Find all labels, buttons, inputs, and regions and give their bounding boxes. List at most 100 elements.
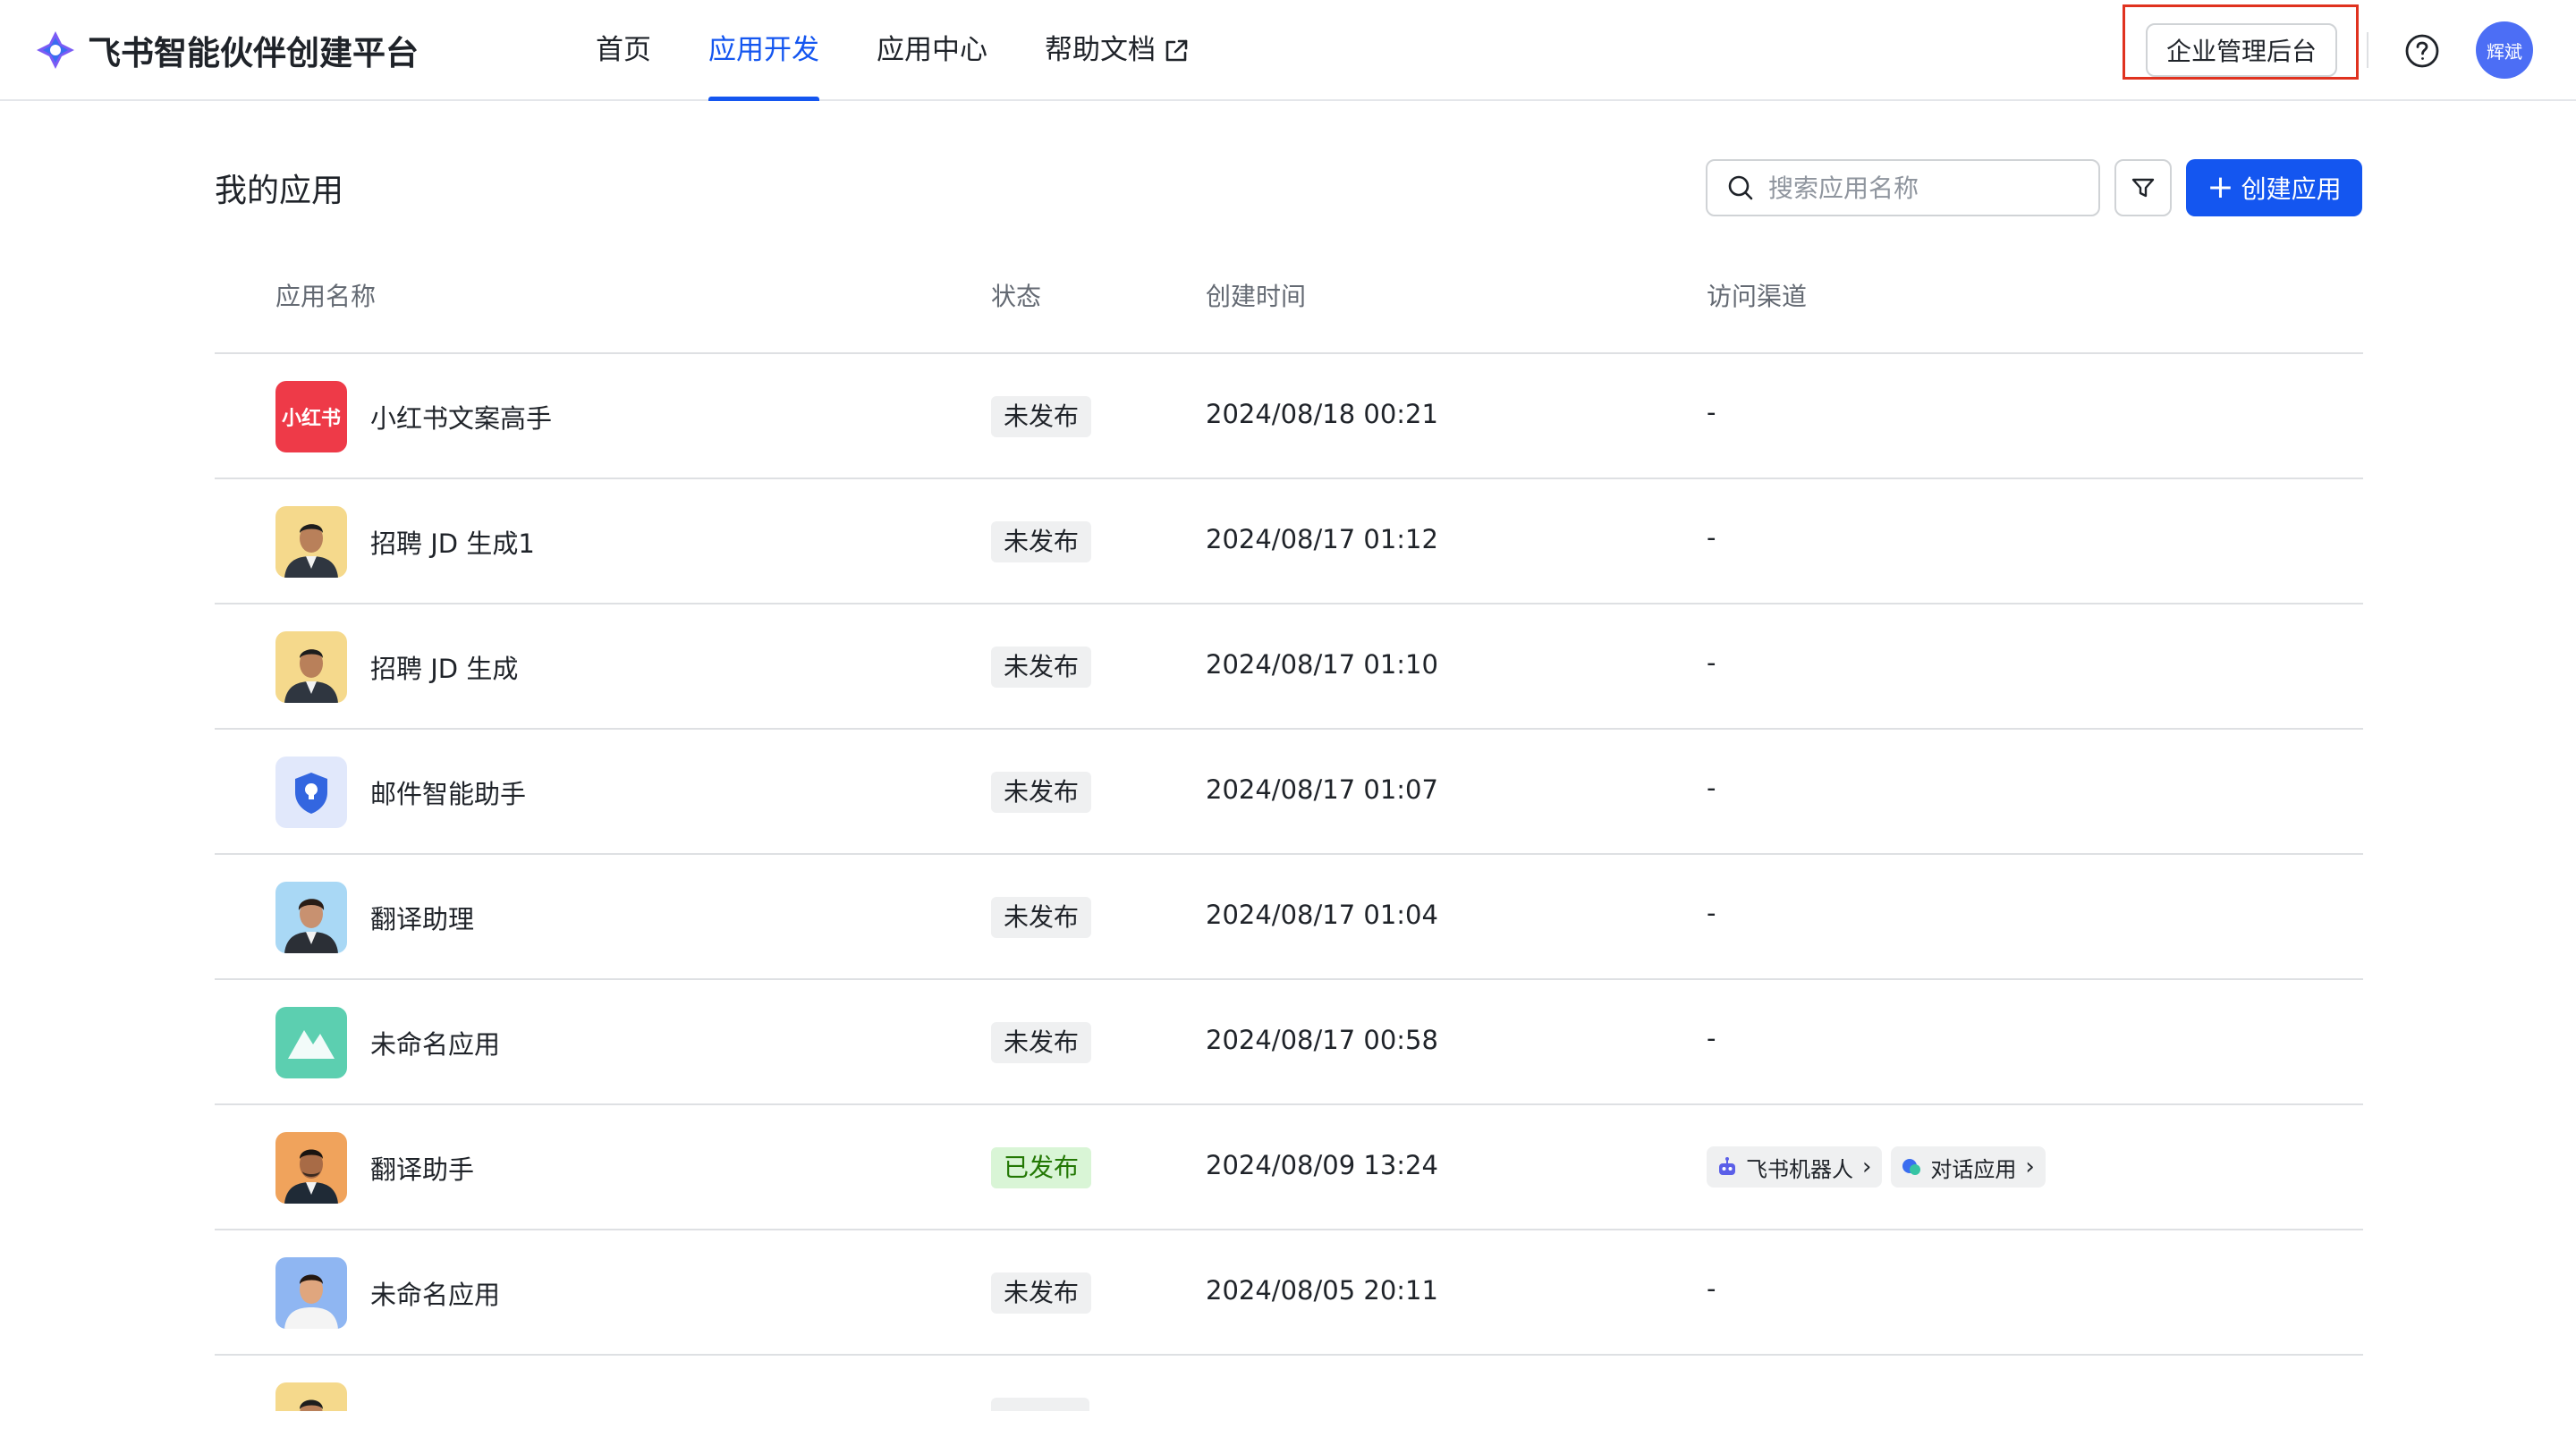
created-time: 2024/08/17 01:12: [1206, 524, 1438, 554]
top-navigation-bar: 飞书智能伙伴创建平台 首页 应用开发 应用中心 帮助文档 企业管理后台 辉斌: [0, 0, 2576, 101]
mountain-icon: [275, 1007, 347, 1078]
status-badge: 未发布: [991, 772, 1092, 813]
person-avatar-icon: [275, 1382, 347, 1411]
column-header-channel: 访问渠道: [1707, 282, 1808, 311]
nav-item-home[interactable]: 首页: [596, 0, 651, 101]
chat-app-icon: [1902, 1159, 1921, 1175]
user-avatar[interactable]: 辉斌: [2476, 21, 2533, 79]
page-title: 我的应用: [215, 173, 344, 209]
status-badge: 未发布: [991, 647, 1092, 688]
person-avatar-icon: [275, 882, 347, 953]
table-row[interactable]: 翻译助手 已发布 2024/08/09 13:24 飞书机器人 › 对话应用 ›: [215, 1105, 2363, 1230]
chevron-right-icon: ›: [1862, 1154, 1872, 1180]
access-channel: -: [1707, 397, 1716, 427]
status-badge: 已发布: [991, 1147, 1092, 1188]
access-channel: -: [1707, 898, 1716, 928]
svg-text:小红书: 小红书: [282, 407, 341, 430]
nav-label: 帮助文档: [1045, 34, 1156, 66]
app-name-cell[interactable]: 邮件智能助手: [275, 757, 526, 828]
column-header-status: 状态: [991, 282, 1042, 311]
nav-item-help-docs[interactable]: 帮助文档: [1045, 0, 1190, 101]
created-time: 2024/08/17 01:07: [1206, 774, 1438, 805]
app-name-cell[interactable]: 招聘 JD 生成1: [275, 506, 535, 578]
table-row[interactable]: [215, 1356, 2363, 1411]
create-app-label: 创建应用: [2241, 174, 2342, 204]
brand-name: 飞书智能伙伴创建平台: [88, 34, 419, 72]
created-time: 2024/08/05 20:11: [1206, 1275, 1438, 1306]
search-box[interactable]: [1706, 159, 2100, 216]
access-channel: -: [1707, 773, 1716, 803]
app-name: 小红书文案高手: [370, 403, 553, 434]
person-avatar-icon: [275, 631, 347, 703]
app-name-cell[interactable]: 未命名应用: [275, 1257, 500, 1329]
nav-label: 应用中心: [877, 34, 987, 66]
app-name-cell[interactable]: 翻译助理: [275, 882, 474, 953]
app-name: 翻译助理: [370, 904, 475, 934]
chevron-right-icon: ›: [2025, 1154, 2035, 1180]
brand-logo-icon: [37, 31, 74, 69]
app-name: 翻译助手: [370, 1154, 475, 1185]
main-nav: 首页 应用开发 应用中心 帮助文档: [596, 0, 1190, 101]
created-time: 2024/08/09 13:24: [1206, 1150, 1438, 1180]
table-row[interactable]: 未命名应用 未发布 2024/08/05 20:11 -: [215, 1230, 2363, 1356]
table-row[interactable]: 未命名应用 未发布 2024/08/17 00:58 -: [215, 980, 2363, 1105]
search-input[interactable]: [1768, 173, 2090, 203]
access-channel: -: [1707, 1023, 1716, 1053]
nav-label: 应用开发: [708, 34, 819, 66]
xiaohongshu-logo-icon: 小红书: [275, 381, 347, 452]
nav-item-app-development[interactable]: 应用开发: [708, 0, 819, 101]
column-header-name: 应用名称: [275, 282, 377, 311]
created-time: 2024/08/17 00:58: [1206, 1025, 1438, 1055]
search-icon: [1728, 175, 1753, 200]
brand[interactable]: 飞书智能伙伴创建平台: [34, 27, 419, 73]
created-time: 2024/08/17 01:10: [1206, 649, 1438, 680]
table-row[interactable]: 邮件智能助手 未发布 2024/08/17 01:07 -: [215, 730, 2363, 855]
external-link-icon: [1165, 39, 1188, 61]
created-time: 2024/08/17 01:04: [1206, 900, 1438, 930]
robot-icon: [1719, 1157, 1735, 1175]
filter-button[interactable]: [2114, 159, 2172, 216]
admin-console-button[interactable]: 企业管理后台: [2146, 23, 2337, 77]
chip-label: 对话应用: [1930, 1156, 2017, 1182]
person-avatar-icon: [275, 1257, 347, 1329]
table-row[interactable]: 小红书 小红书文案高手 未发布 2024/08/18 00:21 -: [215, 354, 2363, 479]
app-name-cell[interactable]: 小红书 小红书文案高手: [275, 381, 552, 452]
table-row[interactable]: 招聘 JD 生成 未发布 2024/08/17 01:10 -: [215, 604, 2363, 730]
person-avatar-icon: [275, 1132, 347, 1204]
app-name-cell[interactable]: [275, 1382, 347, 1411]
status-badge: 未发布: [991, 521, 1092, 562]
nav-label: 首页: [596, 34, 651, 66]
chip-label: 飞书机器人: [1746, 1156, 1853, 1182]
shield-icon: [275, 757, 347, 828]
app-name: 招聘 JD 生成1: [370, 528, 535, 559]
divider: [2367, 32, 2368, 68]
table-row[interactable]: 招聘 JD 生成1 未发布 2024/08/17 01:12 -: [215, 479, 2363, 604]
access-channel: -: [1707, 522, 1716, 553]
nav-item-app-center[interactable]: 应用中心: [877, 0, 987, 101]
status-badge: 未发布: [991, 1022, 1092, 1063]
plus-icon: +: [2207, 169, 2234, 206]
created-time: 2024/08/18 00:21: [1206, 399, 1438, 429]
app-name: 未命名应用: [370, 1029, 501, 1060]
create-app-button[interactable]: + 创建应用: [2186, 159, 2362, 216]
filter-icon: [2131, 178, 2155, 198]
app-name: 未命名应用: [370, 1280, 501, 1310]
status-badge: [991, 1398, 1089, 1411]
app-name-cell[interactable]: 翻译助手: [275, 1132, 474, 1204]
person-avatar-icon: [275, 506, 347, 578]
app-name-cell[interactable]: 招聘 JD 生成: [275, 631, 518, 703]
access-channel: -: [1707, 647, 1716, 678]
app-name-cell[interactable]: 未命名应用: [275, 1007, 500, 1078]
app-name: 邮件智能助手: [370, 779, 527, 809]
apps-table: 应用名称 状态 创建时间 访问渠道 小红书 小红书文案高手 未发布 2024/0…: [215, 231, 2363, 1411]
table-header: 应用名称 状态 创建时间 访问渠道: [215, 231, 2363, 354]
app-name: 招聘 JD 生成: [370, 654, 519, 684]
channel-chip-feishu-bot[interactable]: 飞书机器人 ›: [1707, 1146, 1883, 1188]
table-row[interactable]: 翻译助理 未发布 2024/08/17 01:04 -: [215, 855, 2363, 980]
access-channel: -: [1707, 1273, 1716, 1304]
status-badge: 未发布: [991, 1272, 1092, 1314]
column-header-created: 创建时间: [1206, 282, 1307, 311]
question-circle-icon[interactable]: [2404, 33, 2440, 69]
status-badge: 未发布: [991, 897, 1092, 938]
channel-chip-chat-app[interactable]: 对话应用 ›: [1891, 1146, 2046, 1188]
